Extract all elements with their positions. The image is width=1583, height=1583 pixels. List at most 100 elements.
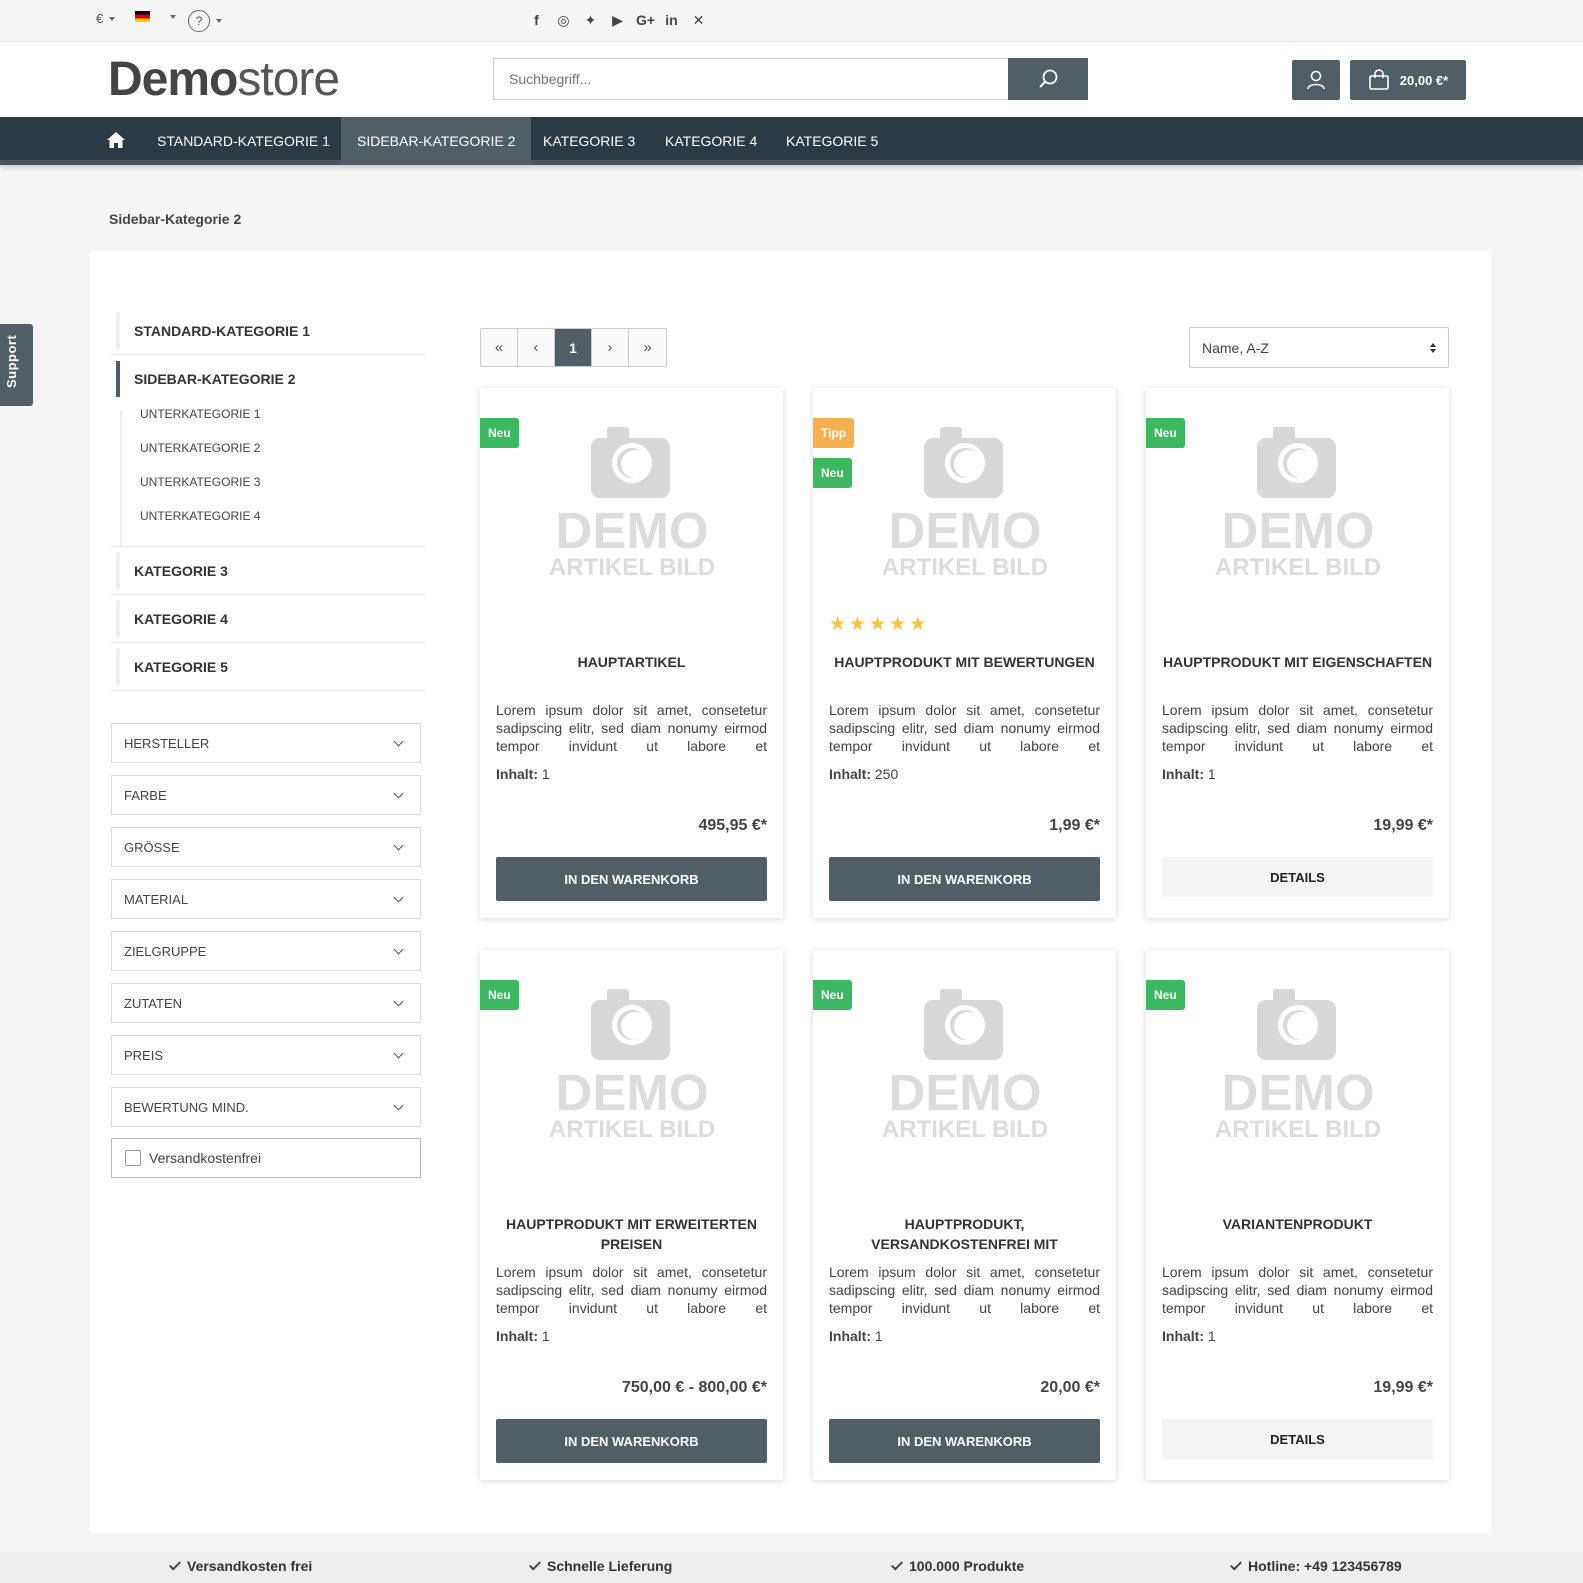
filter-zutaten[interactable]: ZUTATEN (111, 983, 421, 1023)
sidebar-item-sidebar-kategorie-2[interactable]: SIDEBAR-KATEGORIE 2 (116, 361, 426, 397)
home-link[interactable] (106, 131, 126, 154)
product-image[interactable]: DEMO ARTIKEL BILD (1146, 950, 1449, 1170)
chevron-down-icon (393, 892, 404, 902)
product-badge-tipp: Tipp (813, 418, 855, 448)
star-icon: ★ (869, 614, 887, 635)
currency-switcher[interactable]: € (96, 11, 116, 26)
service-menu[interactable]: ? (188, 10, 222, 32)
twitter-icon[interactable]: ✦ (582, 12, 599, 29)
sort-select[interactable]: Name, A-Z (1189, 327, 1449, 368)
page-last-button[interactable]: » (629, 329, 666, 366)
details-button[interactable]: DETAILS (1162, 1419, 1433, 1459)
facebook-icon[interactable]: f (528, 12, 545, 29)
product-image[interactable]: DEMO ARTIKEL BILD (813, 950, 1116, 1170)
search-input[interactable] (493, 58, 1008, 100)
language-switcher[interactable] (135, 11, 176, 22)
add-to-cart-button[interactable]: IN DEN WARENKORB (829, 857, 1100, 901)
star-icon: ★ (909, 614, 927, 635)
help-icon: ? (188, 10, 210, 32)
content-value: 1 (541, 1328, 550, 1344)
product-title[interactable]: HAUPTPRODUKT MIT BEWERTUNGEN (829, 652, 1100, 672)
page-current-button[interactable]: 1 (555, 329, 592, 366)
filter-farbe[interactable]: FARBE (111, 775, 421, 815)
breadcrumb[interactable]: Sidebar-Kategorie 2 (109, 211, 241, 227)
product-title[interactable]: VARIANTENPRODUKT (1162, 1214, 1433, 1234)
sidebar-divider (111, 546, 426, 547)
nav-item-kategorie-3[interactable]: Kategorie 3 (527, 117, 651, 165)
filter-groesse[interactable]: GRÖSSE (111, 827, 421, 867)
filter-zielgruppe[interactable]: ZIELGRUPPE (111, 931, 421, 971)
sidebar-item-kategorie-4[interactable]: KATEGORIE 4 (116, 601, 426, 637)
page-next-button[interactable]: › (592, 329, 629, 366)
filter-hersteller[interactable]: HERSTELLER (111, 723, 421, 763)
product-description: Lorem ipsum dolor sit amet, consetetur s… (829, 702, 1100, 754)
product-title[interactable]: HAUPTPRODUKT, VERSANDKOSTENFREI MIT (829, 1214, 1100, 1254)
linkedin-icon[interactable]: in (663, 12, 680, 29)
nav-item-standard-kategorie-1[interactable]: Standard-Kategorie 1 (141, 117, 346, 165)
product-image[interactable]: DEMO ARTIKEL BILD (480, 388, 783, 608)
logo-bold-text: Demo (108, 53, 238, 106)
chevron-down-icon (170, 14, 176, 19)
product-card[interactable]: DEMO ARTIKEL BILD Neu HAUPTPRODUKT MIT E… (480, 950, 783, 1480)
product-content-info: Inhalt: 1 (496, 766, 550, 782)
filter-preis[interactable]: PREIS (111, 1035, 421, 1075)
nav-item-sidebar-kategorie-2[interactable]: Sidebar-Kategorie 2 (341, 117, 532, 165)
product-image[interactable]: DEMO ARTIKEL BILD (1146, 388, 1449, 608)
page-first-button[interactable]: « (481, 329, 518, 366)
nav-item-kategorie-5[interactable]: Kategorie 5 (770, 117, 894, 165)
sidebar-subitem-unterkategorie-1[interactable]: UNTERKATEGORIE 1 (140, 407, 260, 421)
cart-button[interactable]: 20,00 €* (1350, 60, 1466, 100)
sidebar-divider (111, 354, 426, 355)
product-content-info: Inhalt: 1 (496, 1328, 550, 1344)
sidebar-item-kategorie-5[interactable]: KATEGORIE 5 (116, 649, 426, 685)
support-tab[interactable]: Support (0, 324, 33, 406)
shipping-free-label: Versandkostenfrei (149, 1150, 262, 1166)
product-title[interactable]: HAUPTPRODUKT MIT ERWEITERTEN PREISEN (496, 1214, 767, 1254)
sidebar-subitem-unterkategorie-3[interactable]: UNTERKATEGORIE 3 (140, 475, 260, 489)
product-card[interactable]: DEMO ARTIKEL BILD Neu HAUPTPRODUKT MIT E… (1146, 388, 1449, 918)
product-badge-neu: Neu (480, 418, 519, 448)
product-card[interactable]: DEMO ARTIKEL BILD Neu HAUPTPRODUKT, VERS… (813, 950, 1116, 1480)
product-description: Lorem ipsum dolor sit amet, consetetur s… (496, 1264, 767, 1316)
product-card[interactable]: DEMO ARTIKEL BILD Neu VARIANTENPRODUKT L… (1146, 950, 1449, 1480)
product-badge-neu: Neu (480, 980, 519, 1010)
add-to-cart-button[interactable]: IN DEN WARENKORB (829, 1419, 1100, 1463)
search-button[interactable] (1008, 58, 1088, 100)
filter-bewertung[interactable]: BEWERTUNG MIND. (111, 1087, 421, 1127)
product-price: 19,99 €* (1373, 817, 1433, 834)
add-to-cart-button[interactable]: IN DEN WARENKORB (496, 1419, 767, 1463)
usp-bar: Versandkosten frei Schnelle Lieferung 10… (0, 1552, 1583, 1583)
product-card[interactable]: DEMO ARTIKEL BILD Tipp Neu ★ ★ ★ ★ ★ HAUPTPRO… (813, 388, 1116, 918)
chevron-down-icon (393, 944, 404, 954)
page-prev-button[interactable]: ‹ (518, 329, 555, 366)
google-plus-icon[interactable]: G+ (636, 12, 655, 29)
store-logo[interactable]: Demostore (108, 52, 340, 107)
details-button[interactable]: DETAILS (1162, 857, 1433, 897)
product-badge-neu: Neu (813, 458, 852, 488)
cart-total: 20,00 €* (1399, 72, 1449, 88)
sidebar-item-kategorie-3[interactable]: KATEGORIE 3 (116, 553, 426, 589)
product-title[interactable]: HAUPTARTIKEL (496, 652, 767, 672)
filter-versandkostenfrei[interactable]: Versandkostenfrei (111, 1138, 421, 1178)
youtube-icon[interactable]: ▶ (609, 12, 626, 29)
product-card[interactable]: DEMO ARTIKEL BILD Neu HAUPTARTIKEL Lorem… (480, 388, 783, 918)
content-label: Inhalt: (1162, 1328, 1204, 1344)
sidebar-item-standard-kategorie-1[interactable]: STANDARD-KATEGORIE 1 (116, 313, 426, 349)
top-bar: € ? f ◎ ✦ ▶ G+ in ✕ (0, 0, 1583, 42)
sidebar-subitem-unterkategorie-4[interactable]: UNTERKATEGORIE 4 (140, 509, 260, 523)
filter-material[interactable]: MATERIAL (111, 879, 421, 919)
account-button[interactable] (1292, 60, 1340, 100)
shipping-free-checkbox[interactable] (125, 1150, 141, 1166)
instagram-icon[interactable]: ◎ (555, 12, 572, 29)
search-icon (1039, 69, 1058, 88)
product-title[interactable]: HAUPTPRODUKT MIT EIGENSCHAFTEN (1162, 652, 1433, 672)
product-image[interactable]: DEMO ARTIKEL BILD (813, 388, 1116, 608)
placeholder-text-1: DEMO (556, 502, 709, 559)
usp-text: Versandkosten frei (187, 1558, 313, 1574)
product-image[interactable]: DEMO ARTIKEL BILD (480, 950, 783, 1170)
sidebar-subitem-unterkategorie-2[interactable]: UNTERKATEGORIE 2 (140, 441, 260, 455)
add-to-cart-button[interactable]: IN DEN WARENKORB (496, 857, 767, 901)
nav-item-kategorie-4[interactable]: Kategorie 4 (649, 117, 773, 165)
rating-stars: ★ ★ ★ ★ ★ (829, 614, 926, 636)
xing-icon[interactable]: ✕ (690, 12, 707, 29)
